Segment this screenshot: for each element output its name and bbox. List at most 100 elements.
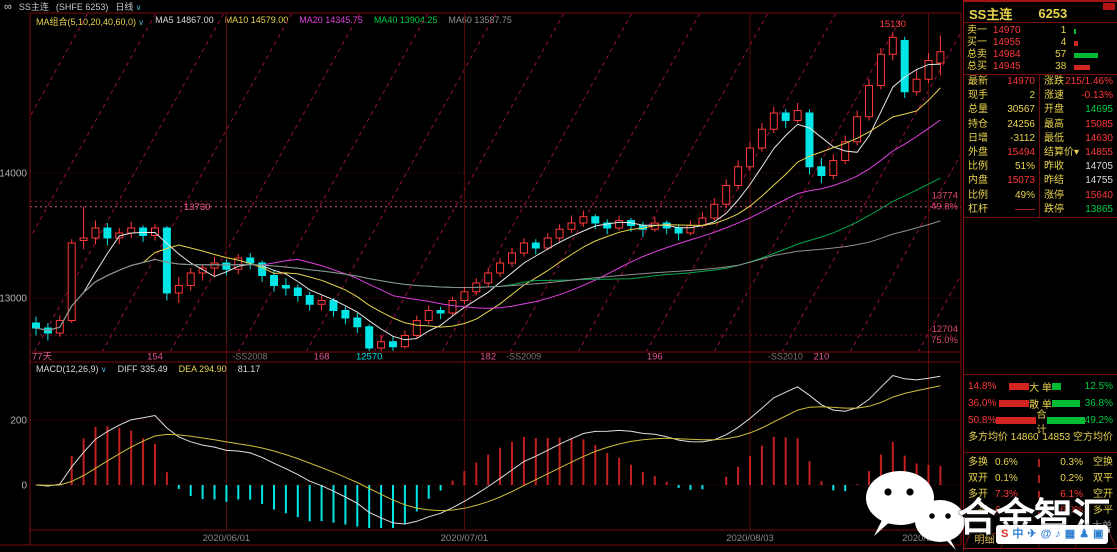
- svg-text:75.0%: 75.0%: [931, 335, 958, 346]
- quote-label: 涨停: [1044, 189, 1064, 203]
- split-right-pct: 12.5%: [1085, 381, 1113, 392]
- app-window: ∞ SS主连 (SHFE 6253) 日线 ∨ MA组合(5,10,20,40,…: [0, 0, 1117, 551]
- book-volume-bar: [1074, 29, 1114, 34]
- quote-row: 比例 51% 昨收 14705: [964, 160, 1117, 174]
- quote-row: 日增-3112最低14630: [964, 132, 1117, 146]
- svg-text:15130: 15130: [880, 19, 906, 30]
- flow-value: 0.6%: [995, 455, 1027, 471]
- book-label: 卖一: [967, 25, 993, 37]
- panel-symbol: SS主连: [969, 4, 1012, 23]
- quote-value: -3112: [1010, 132, 1035, 146]
- book-row: 总卖1498457: [964, 49, 1117, 61]
- macd-value-label: DEA 294.90: [179, 364, 227, 374]
- svg-text:-SS2010: -SS2010: [768, 352, 803, 362]
- macd-value-label: DIFF 335.49: [118, 364, 168, 374]
- quote-row: 最新14970涨跌215/1.46%: [964, 75, 1117, 89]
- flow-row: 多换0.6%0.3%空换: [964, 455, 1117, 471]
- share-icon[interactable]: S: [1001, 525, 1008, 544]
- quote-row: 外盘 15494 结算价▾ 14855: [964, 146, 1117, 160]
- quote-label: 比例: [968, 160, 988, 174]
- share-icon[interactable]: ♪: [1055, 525, 1061, 544]
- quote-label: 昨结: [1044, 174, 1064, 188]
- book-row: 总买1494538: [964, 61, 1117, 73]
- quote-value: 14755: [1085, 174, 1113, 188]
- flow-row: 双开0.1%0.2%双平: [964, 471, 1117, 487]
- quote-label: 最低: [1044, 132, 1064, 146]
- svg-text:13000: 13000: [0, 294, 27, 305]
- svg-text:200: 200: [10, 416, 27, 427]
- book-qty: 4: [1031, 37, 1067, 49]
- svg-text:154: 154: [147, 352, 163, 363]
- svg-text:182: 182: [480, 352, 496, 363]
- flow-tick: [1027, 475, 1051, 483]
- svg-text:49.8%: 49.8%: [931, 201, 958, 212]
- quote-value: 51%: [1015, 160, 1035, 174]
- svg-text:2020/07/01: 2020/07/01: [441, 533, 489, 544]
- long-avg-label: 多方均价: [968, 432, 1008, 443]
- split-right-bar: [1047, 417, 1085, 424]
- quote-label: 涨速: [1044, 89, 1064, 103]
- svg-text:-SS2009: -SS2009: [506, 352, 541, 362]
- share-icons-strip: S中✈ @♪▦♟▣: [996, 525, 1108, 544]
- book-qty: 38: [1031, 61, 1067, 73]
- svg-text:168: 168: [314, 352, 330, 363]
- book-label: 买一: [967, 37, 993, 49]
- share-icon[interactable]: @: [1041, 525, 1052, 544]
- quote-label: 昨收: [1044, 160, 1064, 174]
- book-price: 14984: [993, 49, 1031, 61]
- quote-value: 15494: [1007, 146, 1035, 160]
- quote-value: 14705: [1085, 160, 1113, 174]
- flow-value: 0.2%: [1051, 471, 1083, 487]
- macd-indicator-header: MACD(12,26,9) ∨DIFF 335.49DEA 294.9081.1…: [36, 364, 260, 374]
- book-volume-bar: [1074, 41, 1114, 46]
- quote-label: 现手: [968, 89, 988, 103]
- quote-row: 现手2涨速-0.13%: [964, 89, 1117, 103]
- quote-label: 内盘: [968, 174, 988, 188]
- quote-row: 比例49%涨停15640: [964, 189, 1117, 203]
- flow-label: 空换: [1083, 455, 1113, 471]
- svg-text:14000: 14000: [0, 169, 27, 180]
- svg-text:196: 196: [647, 352, 663, 363]
- flow-label: 双平: [1083, 471, 1113, 487]
- split-left-pct: 14.8%: [968, 381, 996, 392]
- quote-label: 外盘: [968, 146, 988, 160]
- quote-value: 24256: [1007, 118, 1035, 132]
- quote-panel-header: SS主连 6253: [964, 4, 1117, 23]
- svg-text:12704: 12704: [932, 324, 958, 335]
- book-qty: 1: [1031, 25, 1067, 37]
- svg-text:13730: 13730: [184, 202, 210, 213]
- book-volume-bar: [1074, 53, 1114, 58]
- quote-value: 49%: [1015, 189, 1035, 203]
- split-right-pct: 36.8%: [1085, 398, 1113, 409]
- share-icon[interactable]: ♟: [1079, 525, 1089, 544]
- book-qty: 57: [1031, 49, 1067, 61]
- wechat-logo-icon: [860, 468, 968, 552]
- share-icon[interactable]: ▣: [1093, 525, 1103, 544]
- quote-value: 14855: [1085, 146, 1113, 160]
- svg-text:13774: 13774: [932, 190, 958, 201]
- quote-label: 开盘: [1044, 103, 1064, 117]
- order-split-row: 50.8%合 计49.2%: [964, 412, 1117, 429]
- svg-text:77天: 77天: [32, 352, 53, 363]
- quote-label: 最新: [968, 75, 988, 89]
- share-icon[interactable]: 中: [1012, 525, 1023, 544]
- panel-code: 6253: [1038, 6, 1067, 21]
- split-left-bar: [996, 400, 1028, 407]
- long-avg-value: 14860: [1011, 432, 1039, 443]
- macd-combo-selector[interactable]: MACD(12,26,9) ∨: [36, 364, 107, 374]
- split-right-bar: [1052, 383, 1084, 390]
- quote-value: 14695: [1085, 103, 1113, 117]
- quote-value: 2: [1029, 89, 1035, 103]
- flow-label: 双开: [968, 471, 995, 487]
- chart-canvas[interactable]: 140001300020001377449.8%1270475.0%137301…: [0, 0, 963, 551]
- svg-text:-SS2008: -SS2008: [232, 352, 267, 362]
- share-icon[interactable]: ▦: [1065, 525, 1075, 544]
- share-icon[interactable]: ✈: [1027, 525, 1036, 544]
- order-split-row: 14.8%大 单12.5%: [964, 378, 1117, 395]
- split-left-bar: [996, 417, 1036, 424]
- quote-value: 215/1.46%: [1065, 75, 1113, 89]
- split-left-bar: [996, 383, 1028, 390]
- quote-label[interactable]: 结算价▾: [1044, 146, 1079, 160]
- short-avg-value: 14853: [1042, 432, 1070, 443]
- quote-label: 持仓: [968, 118, 988, 132]
